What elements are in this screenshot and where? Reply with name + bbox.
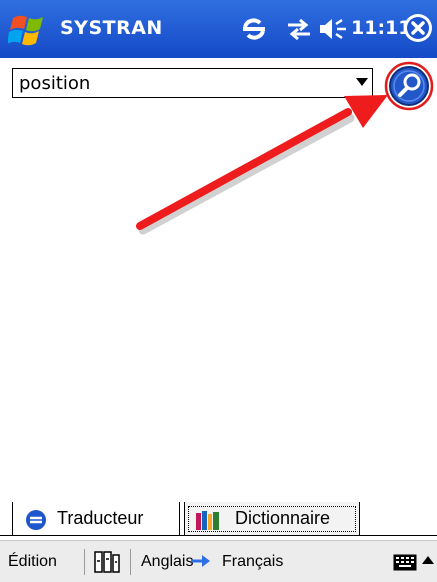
books-icon — [196, 511, 219, 530]
tab-label: Traducteur — [57, 508, 144, 528]
menu-target-language[interactable]: Français — [222, 553, 283, 571]
search-combobox[interactable] — [12, 68, 373, 98]
tab-dictionnaire[interactable]: Dictionnaire — [184, 502, 360, 536]
arrow-right-icon — [191, 555, 210, 567]
separator — [84, 549, 85, 575]
connectivity-icon[interactable] — [285, 16, 313, 42]
chevron-up-icon[interactable] — [422, 556, 434, 564]
keyboard-icon[interactable] — [393, 554, 417, 571]
tab-traducteur[interactable]: Traducteur — [12, 502, 180, 536]
separator — [130, 549, 131, 575]
menu-bar: Édition Anglais Français — [0, 540, 437, 582]
menu-source-language[interactable]: Anglais — [141, 553, 193, 571]
speaker-icon[interactable] — [318, 16, 348, 42]
close-icon[interactable] — [402, 12, 434, 44]
columns-view-icon[interactable] — [93, 549, 121, 575]
app-title: SYSTRAN — [60, 17, 163, 39]
title-bar: SYSTRAN 11:11 — [0, 0, 437, 58]
search-input[interactable] — [13, 69, 343, 97]
chevron-down-icon[interactable] — [356, 78, 368, 86]
tab-label: Dictionnaire — [235, 508, 331, 528]
systran-logo-icon — [26, 510, 46, 530]
menu-edition[interactable]: Édition — [8, 553, 57, 571]
sync-icon[interactable] — [239, 14, 269, 44]
windows-flag-icon[interactable] — [8, 10, 54, 50]
search-button[interactable] — [384, 61, 434, 111]
